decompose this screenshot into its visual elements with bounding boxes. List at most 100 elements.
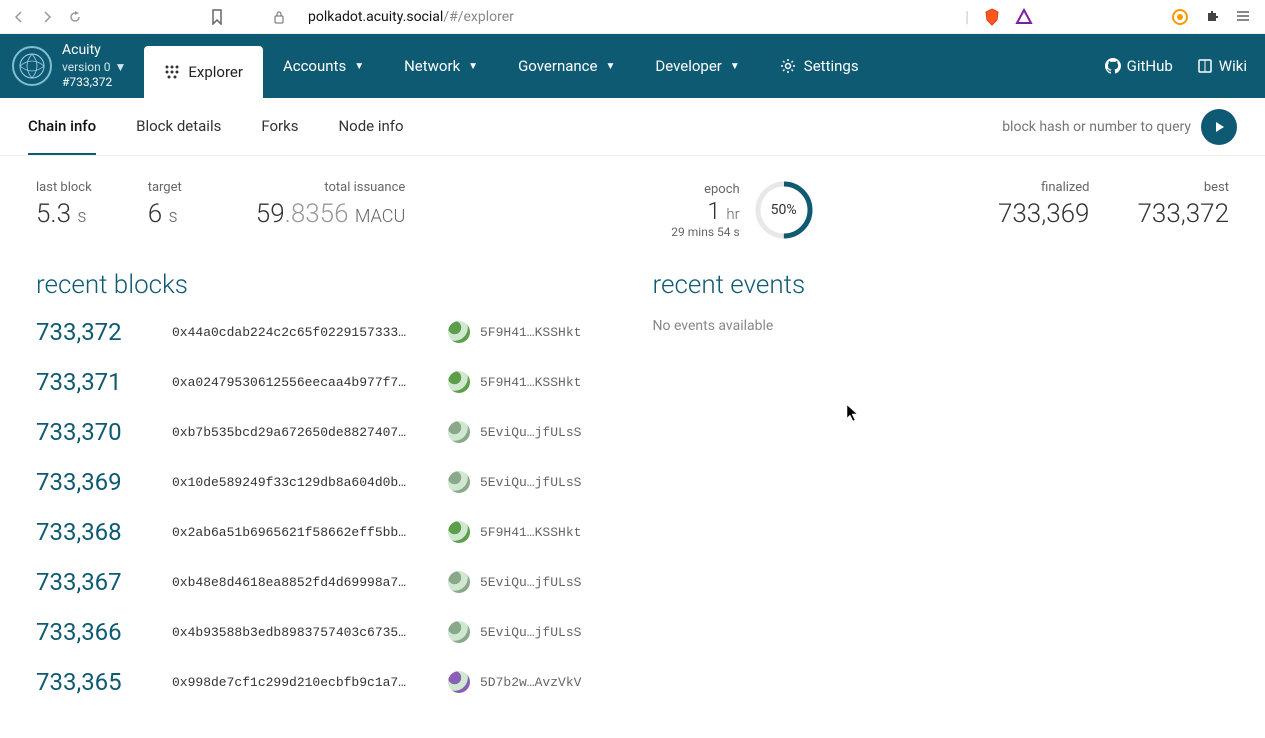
author-address: 5D7b2w…AvzVkV: [480, 675, 581, 690]
subtab-block-details[interactable]: Block details: [136, 99, 221, 155]
block-author[interactable]: 5EviQu…jfULsS: [448, 471, 581, 493]
tab-network[interactable]: Network ▼: [384, 34, 498, 98]
epoch-big-value: 1: [707, 197, 720, 225]
identicon: [448, 521, 470, 543]
no-events-message: No events available: [653, 318, 1230, 334]
block-number[interactable]: 733,371: [36, 368, 148, 396]
block-author[interactable]: 5F9H41…KSSHkt: [448, 521, 581, 543]
play-icon: [1212, 120, 1226, 134]
block-author[interactable]: 5D7b2w…AvzVkV: [448, 671, 581, 693]
link-label: GitHub: [1127, 57, 1173, 75]
stat-value: 733,372: [1137, 199, 1229, 229]
stat-label: total issuance: [256, 180, 406, 195]
stat-label: best: [1137, 180, 1229, 195]
subtab-node-info[interactable]: Node info: [338, 99, 403, 155]
tab-accounts[interactable]: Accounts ▼: [263, 34, 384, 98]
stat-value: 733,369: [998, 199, 1090, 229]
epoch-ring: 50%: [754, 180, 814, 240]
url-bar[interactable]: polkadot.acuity.social/#/explorer: [308, 9, 514, 25]
lock-icon: [272, 10, 286, 24]
block-number[interactable]: 733,365: [36, 668, 148, 696]
extensions-icon[interactable]: [1203, 8, 1221, 26]
gear-icon: [780, 58, 796, 74]
author-address: 5EviQu…jfULsS: [480, 625, 581, 640]
block-author[interactable]: 5EviQu…jfULsS: [448, 421, 581, 443]
chevron-down-icon: ▼: [354, 61, 364, 72]
block-row: 733,369 0x10de589249f33c129db8a604d0b… 5Ev…: [36, 468, 613, 496]
chevron-down-icon: ▼: [730, 61, 740, 72]
stat-unit: s: [168, 206, 177, 227]
stats-row: last block 5.3 s target 6 s total issuan…: [0, 156, 1265, 250]
tab-settings[interactable]: Settings: [760, 34, 879, 98]
github-link[interactable]: GitHub: [1105, 57, 1173, 75]
epoch-big-unit: hr: [726, 205, 739, 223]
tab-label: Network: [404, 57, 460, 75]
tab-explorer[interactable]: Explorer: [144, 46, 263, 98]
block-author[interactable]: 5EviQu…jfULsS: [448, 571, 581, 593]
tab-developer[interactable]: Developer ▼: [635, 34, 759, 98]
back-button[interactable]: [12, 10, 26, 24]
github-icon: [1105, 58, 1121, 74]
block-hash[interactable]: 0x44a0cdab224c2c65f0229157333…: [172, 325, 424, 340]
identicon: [448, 371, 470, 393]
author-address: 5EviQu…jfULsS: [480, 575, 581, 590]
stat-best: best 733,372: [1137, 180, 1229, 229]
block-search-input[interactable]: [971, 119, 1191, 135]
wiki-link[interactable]: Wiki: [1197, 57, 1247, 75]
tab-label: Accounts: [283, 57, 346, 75]
block-row: 733,371 0xa02479530612556eecaa4b977f7… 5F9…: [36, 368, 613, 396]
block-hash[interactable]: 0x10de589249f33c129db8a604d0b…: [172, 475, 424, 490]
link-label: Wiki: [1219, 57, 1247, 75]
section-heading: recent blocks: [36, 270, 613, 300]
block-author[interactable]: 5EviQu…jfULsS: [448, 621, 581, 643]
block-number[interactable]: 733,370: [36, 418, 148, 446]
author-address: 5F9H41…KSSHkt: [480, 325, 581, 340]
chevron-down-icon: ▼: [468, 61, 478, 72]
book-icon: [1197, 58, 1213, 74]
identicon: [448, 571, 470, 593]
block-hash[interactable]: 0xb7b535bcd29a672650de8827407…: [172, 425, 424, 440]
brand[interactable]: Acuity version 0 ▼ #733,372: [0, 34, 144, 98]
brand-block: #733,372: [62, 75, 126, 91]
block-row: 733,366 0x4b93588b3edb8983757403c6735… 5Ev…: [36, 618, 613, 646]
block-hash[interactable]: 0xa02479530612556eecaa4b977f7…: [172, 375, 424, 390]
recent-events-column: recent events No events available: [653, 270, 1230, 718]
extension-icon-1[interactable]: [1171, 8, 1189, 26]
triangle-icon[interactable]: [1015, 8, 1033, 26]
forward-button[interactable]: [40, 10, 54, 24]
stat-issuance: total issuance 59.8356 MACU: [256, 180, 406, 229]
tab-governance[interactable]: Governance▼: [498, 34, 635, 98]
block-hash[interactable]: 0x2ab6a51b6965621f58662eff5bb…: [172, 525, 424, 540]
block-hash[interactable]: 0xb48e8d4618ea8852fd4d69998a7…: [172, 575, 424, 590]
app-nav: Acuity version 0 ▼ #733,372 Explorer Acc…: [0, 34, 1265, 98]
identicon: [448, 321, 470, 343]
author-address: 5EviQu…jfULsS: [480, 425, 581, 440]
block-row: 733,368 0x2ab6a51b6965621f58662eff5bb… 5F9…: [36, 518, 613, 546]
block-author[interactable]: 5F9H41…KSSHkt: [448, 321, 581, 343]
block-number[interactable]: 733,367: [36, 568, 148, 596]
identicon: [448, 671, 470, 693]
tab-label: Developer: [655, 57, 722, 75]
menu-icon[interactable]: [1235, 8, 1253, 26]
block-hash[interactable]: 0x4b93588b3edb8983757403c6735…: [172, 625, 424, 640]
stat-label: finalized: [998, 180, 1090, 195]
block-number[interactable]: 733,368: [36, 518, 148, 546]
block-row: 733,372 0x44a0cdab224c2c65f0229157333… 5F9…: [36, 318, 613, 346]
block-number[interactable]: 733,369: [36, 468, 148, 496]
block-number[interactable]: 733,366: [36, 618, 148, 646]
brand-version: version 0: [62, 60, 110, 76]
section-heading: recent events: [653, 270, 1230, 300]
tab-label: Explorer: [188, 63, 243, 81]
block-author[interactable]: 5F9H41…KSSHkt: [448, 371, 581, 393]
block-hash[interactable]: 0x998de7cf1c299d210ecbfb9c1a7…: [172, 675, 424, 690]
bookmark-icon[interactable]: [210, 10, 224, 24]
subtab-chain-info[interactable]: Chain info: [28, 99, 96, 155]
block-number[interactable]: 733,372: [36, 318, 148, 346]
author-address: 5F9H41…KSSHkt: [480, 525, 581, 540]
reload-button[interactable]: [68, 10, 82, 24]
subtab-forks[interactable]: Forks: [261, 99, 298, 155]
grid-icon: [164, 64, 180, 80]
brave-shield-icon[interactable]: [983, 8, 1001, 26]
query-button[interactable]: [1201, 109, 1237, 145]
stat-unit: s: [77, 206, 86, 227]
